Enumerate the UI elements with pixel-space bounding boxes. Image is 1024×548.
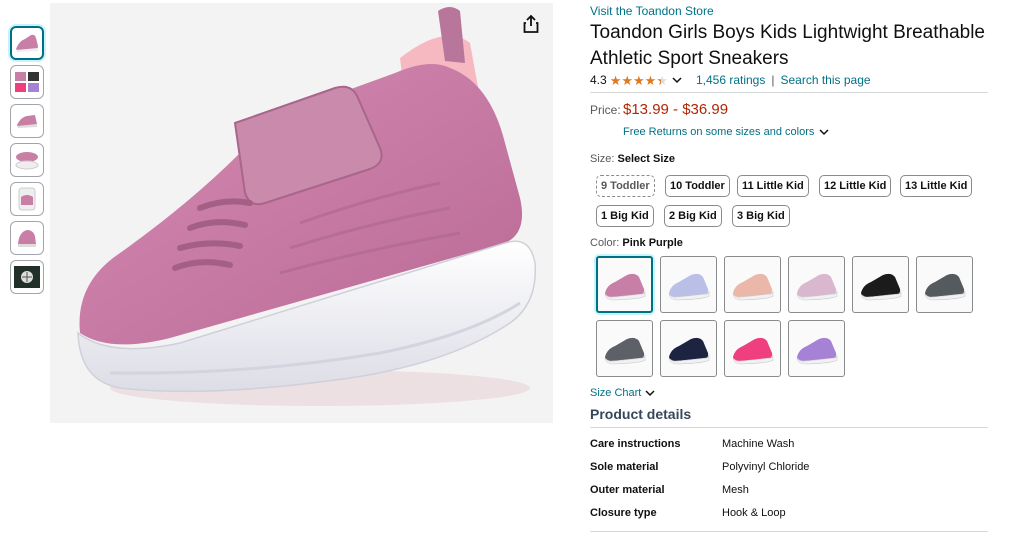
separator: | [771, 73, 775, 87]
rating-value: 4.3 [590, 73, 607, 87]
shoe-swatch-icon [668, 337, 709, 364]
shoe-swatch-icon [604, 337, 645, 364]
shoe-swatch-icon [796, 273, 837, 300]
thumbnail-1[interactable] [10, 26, 44, 60]
detail-value: Polyvinyl Chloride [722, 461, 810, 473]
shoe-swatch-icon [668, 273, 709, 300]
color-swatch-8[interactable] [724, 320, 781, 377]
size-chart-text: Size Chart [590, 387, 642, 399]
size-option-1[interactable]: 10 Toddler [665, 175, 730, 197]
star-icon: ★ [609, 72, 622, 88]
shoe-swatch-icon [732, 273, 773, 300]
size-label: Size: Select Size [590, 153, 675, 165]
color-swatch-5[interactable] [916, 256, 973, 313]
shoe-swatch-icon [796, 337, 837, 364]
thumbnail-4[interactable] [10, 143, 44, 177]
shoe-swatch-icon [604, 273, 645, 300]
thumbnail-3[interactable] [10, 104, 44, 138]
main-product-image[interactable] [50, 3, 553, 423]
thumbnail-6[interactable] [10, 221, 44, 255]
store-link[interactable]: Visit the Toandon Store [590, 4, 714, 18]
thumbnail-7[interactable] [10, 260, 44, 294]
free-returns-text: Free Returns on some sizes and colors [623, 126, 815, 138]
size-option-2[interactable]: 11 Little Kid [737, 175, 809, 197]
shoe-swatch-icon [732, 337, 773, 364]
search-this-page-link[interactable]: Search this page [780, 73, 870, 87]
shoe-swatch-icon [924, 273, 965, 300]
color-swatch-4[interactable] [852, 256, 909, 313]
color-label: Color: Pink Purple [590, 237, 683, 249]
color-selected: Pink Purple [622, 237, 683, 249]
color-swatch-1[interactable] [660, 256, 717, 313]
divider [590, 531, 988, 532]
size-label-text: Size: [590, 153, 615, 165]
size-option-0[interactable]: 9 Toddler [596, 175, 655, 197]
divider [590, 92, 988, 93]
size-chart-link[interactable]: Size Chart [590, 387, 656, 399]
chevron-down-icon [645, 390, 655, 397]
star-rating[interactable]: ★ ★ ★ ★ ★ [610, 74, 668, 87]
size-selected: Select Size [617, 153, 676, 165]
thumbnail-2[interactable] [10, 65, 44, 99]
size-option-4[interactable]: 13 Little Kid [900, 175, 973, 197]
star-half-icon: ★ [656, 72, 668, 88]
color-swatch-0[interactable] [596, 256, 653, 313]
color-swatch-7[interactable] [660, 320, 717, 377]
divider [590, 427, 988, 428]
star-icon: ★ [633, 72, 645, 88]
product-title: Toandon Girls Boys Kids Lightwight Breat… [590, 22, 986, 69]
size-option-6[interactable]: 2 Big Kid [664, 205, 722, 227]
chevron-down-icon [819, 129, 829, 136]
detail-key: Closure type [590, 507, 657, 519]
star-icon: ★ [621, 72, 633, 88]
star-icon: ★ [644, 72, 657, 88]
color-swatch-3[interactable] [788, 256, 845, 313]
color-swatch-2[interactable] [724, 256, 781, 313]
color-swatch-9[interactable] [788, 320, 845, 377]
sneaker-image [77, 7, 537, 406]
detail-key: Sole material [590, 461, 659, 473]
size-option-3[interactable]: 12 Little Kid [819, 175, 892, 197]
size-option-7[interactable]: 3 Big Kid [732, 205, 790, 227]
shoe-swatch-icon [860, 273, 901, 300]
color-swatch-6[interactable] [596, 320, 653, 377]
detail-key: Care instructions [590, 438, 681, 450]
detail-value: Mesh [722, 484, 749, 496]
detail-value: Machine Wash [722, 438, 795, 450]
size-option-5[interactable]: 1 Big Kid [596, 205, 654, 227]
detail-key: Outer material [590, 484, 665, 496]
free-returns-link[interactable]: Free Returns on some sizes and colors [623, 126, 830, 138]
rating-row: 4.3 ★ ★ ★ ★ ★ 1,456 ratings | Search thi… [590, 73, 871, 87]
thumbnail-5[interactable] [10, 182, 44, 216]
chevron-down-icon[interactable] [672, 73, 682, 87]
ratings-count-link[interactable]: 1,456 ratings [696, 73, 765, 87]
price-label: Price: [590, 103, 621, 117]
product-details-title: Product details [590, 406, 692, 422]
price-range: $13.99 - $36.99 [623, 101, 729, 118]
color-label-text: Color: [590, 237, 620, 249]
share-icon[interactable] [519, 12, 543, 36]
thumbnail-strip [10, 26, 46, 299]
detail-value: Hook & Loop [722, 507, 786, 519]
